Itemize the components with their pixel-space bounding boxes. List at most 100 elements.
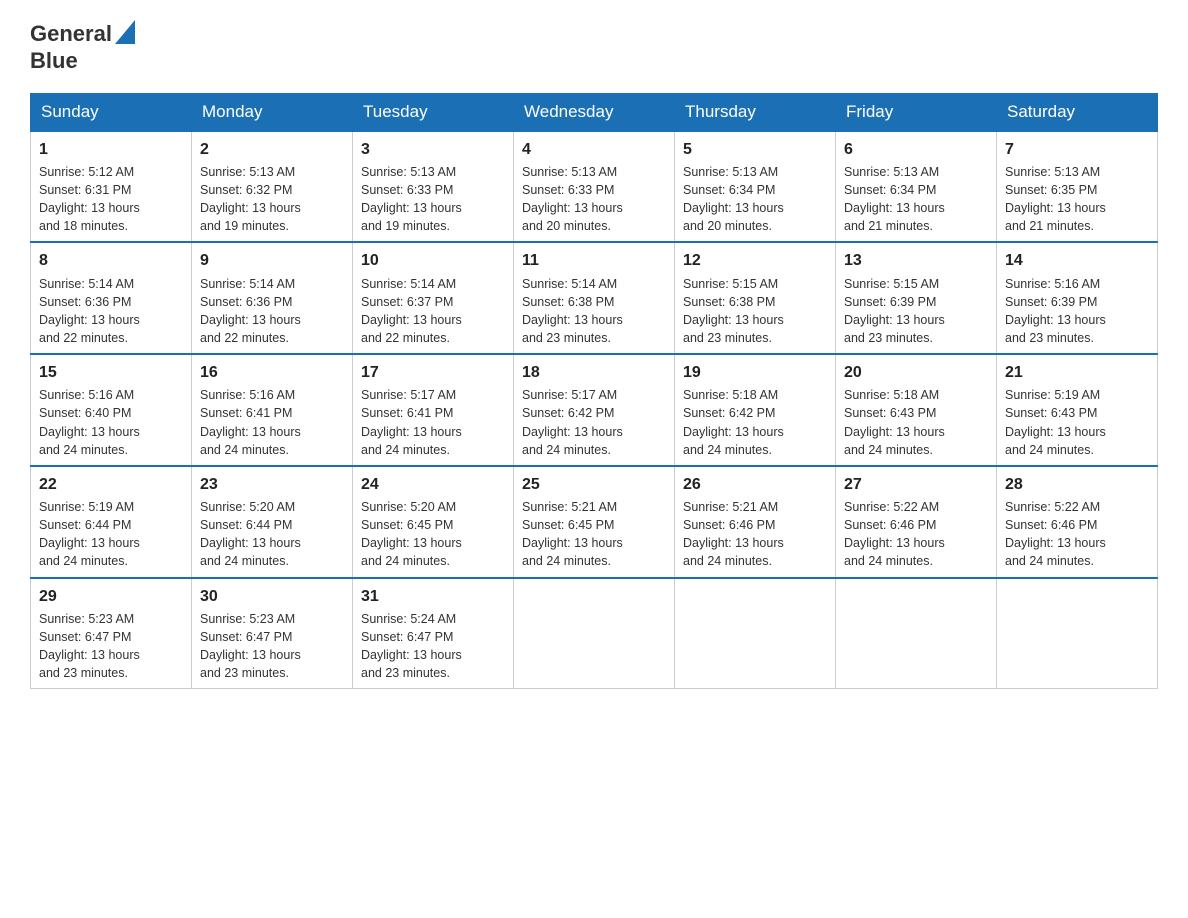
day-number: 13 <box>844 249 988 272</box>
day-number: 1 <box>39 138 183 161</box>
calendar-header-row: SundayMondayTuesdayWednesdayThursdayFrid… <box>31 93 1158 131</box>
day-info: Sunrise: 5:23 AMSunset: 6:47 PMDaylight:… <box>39 612 140 680</box>
day-number: 12 <box>683 249 827 272</box>
calendar-day-header: Saturday <box>997 93 1158 131</box>
day-number: 25 <box>522 473 666 496</box>
calendar-day-cell: 28 Sunrise: 5:22 AMSunset: 6:46 PMDaylig… <box>997 466 1158 578</box>
calendar-day-cell: 19 Sunrise: 5:18 AMSunset: 6:42 PMDaylig… <box>675 354 836 466</box>
calendar-day-cell: 11 Sunrise: 5:14 AMSunset: 6:38 PMDaylig… <box>514 242 675 354</box>
day-number: 21 <box>1005 361 1149 384</box>
day-info: Sunrise: 5:22 AMSunset: 6:46 PMDaylight:… <box>1005 500 1106 568</box>
calendar-week-row: 22 Sunrise: 5:19 AMSunset: 6:44 PMDaylig… <box>31 466 1158 578</box>
calendar-day-cell: 5 Sunrise: 5:13 AMSunset: 6:34 PMDayligh… <box>675 131 836 243</box>
day-number: 11 <box>522 249 666 272</box>
day-info: Sunrise: 5:19 AMSunset: 6:43 PMDaylight:… <box>1005 388 1106 456</box>
calendar-day-header: Monday <box>192 93 353 131</box>
day-info: Sunrise: 5:14 AMSunset: 6:36 PMDaylight:… <box>39 277 140 345</box>
day-number: 14 <box>1005 249 1149 272</box>
day-number: 4 <box>522 138 666 161</box>
day-info: Sunrise: 5:16 AMSunset: 6:39 PMDaylight:… <box>1005 277 1106 345</box>
calendar-day-header: Wednesday <box>514 93 675 131</box>
day-number: 8 <box>39 249 183 272</box>
calendar-day-cell: 15 Sunrise: 5:16 AMSunset: 6:40 PMDaylig… <box>31 354 192 466</box>
day-info: Sunrise: 5:15 AMSunset: 6:39 PMDaylight:… <box>844 277 945 345</box>
logo-general: General <box>30 22 112 46</box>
calendar-day-cell <box>675 578 836 689</box>
calendar-week-row: 8 Sunrise: 5:14 AMSunset: 6:36 PMDayligh… <box>31 242 1158 354</box>
calendar-day-cell: 20 Sunrise: 5:18 AMSunset: 6:43 PMDaylig… <box>836 354 997 466</box>
day-info: Sunrise: 5:22 AMSunset: 6:46 PMDaylight:… <box>844 500 945 568</box>
calendar-day-cell: 14 Sunrise: 5:16 AMSunset: 6:39 PMDaylig… <box>997 242 1158 354</box>
day-number: 23 <box>200 473 344 496</box>
day-info: Sunrise: 5:21 AMSunset: 6:45 PMDaylight:… <box>522 500 623 568</box>
day-info: Sunrise: 5:20 AMSunset: 6:45 PMDaylight:… <box>361 500 462 568</box>
day-info: Sunrise: 5:16 AMSunset: 6:41 PMDaylight:… <box>200 388 301 456</box>
day-info: Sunrise: 5:13 AMSunset: 6:34 PMDaylight:… <box>844 165 945 233</box>
calendar-week-row: 15 Sunrise: 5:16 AMSunset: 6:40 PMDaylig… <box>31 354 1158 466</box>
calendar-day-cell: 26 Sunrise: 5:21 AMSunset: 6:46 PMDaylig… <box>675 466 836 578</box>
day-info: Sunrise: 5:15 AMSunset: 6:38 PMDaylight:… <box>683 277 784 345</box>
day-info: Sunrise: 5:20 AMSunset: 6:44 PMDaylight:… <box>200 500 301 568</box>
day-info: Sunrise: 5:14 AMSunset: 6:36 PMDaylight:… <box>200 277 301 345</box>
day-info: Sunrise: 5:24 AMSunset: 6:47 PMDaylight:… <box>361 612 462 680</box>
day-number: 30 <box>200 585 344 608</box>
day-info: Sunrise: 5:19 AMSunset: 6:44 PMDaylight:… <box>39 500 140 568</box>
day-number: 2 <box>200 138 344 161</box>
calendar-day-cell: 18 Sunrise: 5:17 AMSunset: 6:42 PMDaylig… <box>514 354 675 466</box>
logo: General Blue <box>30 20 135 73</box>
day-info: Sunrise: 5:13 AMSunset: 6:32 PMDaylight:… <box>200 165 301 233</box>
calendar-day-cell: 8 Sunrise: 5:14 AMSunset: 6:36 PMDayligh… <box>31 242 192 354</box>
logo-triangle-icon <box>115 20 135 44</box>
day-number: 27 <box>844 473 988 496</box>
calendar-day-cell <box>836 578 997 689</box>
day-info: Sunrise: 5:17 AMSunset: 6:42 PMDaylight:… <box>522 388 623 456</box>
day-info: Sunrise: 5:13 AMSunset: 6:34 PMDaylight:… <box>683 165 784 233</box>
day-number: 10 <box>361 249 505 272</box>
day-info: Sunrise: 5:17 AMSunset: 6:41 PMDaylight:… <box>361 388 462 456</box>
page-header: General Blue <box>30 20 1158 73</box>
day-number: 19 <box>683 361 827 384</box>
day-info: Sunrise: 5:18 AMSunset: 6:43 PMDaylight:… <box>844 388 945 456</box>
calendar-day-cell: 9 Sunrise: 5:14 AMSunset: 6:36 PMDayligh… <box>192 242 353 354</box>
calendar-day-header: Friday <box>836 93 997 131</box>
calendar-day-cell: 16 Sunrise: 5:16 AMSunset: 6:41 PMDaylig… <box>192 354 353 466</box>
calendar-day-cell: 3 Sunrise: 5:13 AMSunset: 6:33 PMDayligh… <box>353 131 514 243</box>
calendar-day-cell: 22 Sunrise: 5:19 AMSunset: 6:44 PMDaylig… <box>31 466 192 578</box>
calendar-day-cell: 23 Sunrise: 5:20 AMSunset: 6:44 PMDaylig… <box>192 466 353 578</box>
day-number: 3 <box>361 138 505 161</box>
calendar-day-cell: 13 Sunrise: 5:15 AMSunset: 6:39 PMDaylig… <box>836 242 997 354</box>
day-number: 29 <box>39 585 183 608</box>
calendar-day-cell: 27 Sunrise: 5:22 AMSunset: 6:46 PMDaylig… <box>836 466 997 578</box>
day-info: Sunrise: 5:16 AMSunset: 6:40 PMDaylight:… <box>39 388 140 456</box>
calendar-day-cell: 17 Sunrise: 5:17 AMSunset: 6:41 PMDaylig… <box>353 354 514 466</box>
calendar-day-cell: 6 Sunrise: 5:13 AMSunset: 6:34 PMDayligh… <box>836 131 997 243</box>
day-number: 24 <box>361 473 505 496</box>
calendar-day-cell <box>514 578 675 689</box>
calendar-day-cell: 10 Sunrise: 5:14 AMSunset: 6:37 PMDaylig… <box>353 242 514 354</box>
day-number: 16 <box>200 361 344 384</box>
calendar-day-cell: 21 Sunrise: 5:19 AMSunset: 6:43 PMDaylig… <box>997 354 1158 466</box>
calendar-day-cell: 1 Sunrise: 5:12 AMSunset: 6:31 PMDayligh… <box>31 131 192 243</box>
day-info: Sunrise: 5:14 AMSunset: 6:37 PMDaylight:… <box>361 277 462 345</box>
day-info: Sunrise: 5:14 AMSunset: 6:38 PMDaylight:… <box>522 277 623 345</box>
day-info: Sunrise: 5:13 AMSunset: 6:33 PMDaylight:… <box>522 165 623 233</box>
day-number: 7 <box>1005 138 1149 161</box>
calendar-day-cell: 31 Sunrise: 5:24 AMSunset: 6:47 PMDaylig… <box>353 578 514 689</box>
calendar-day-header: Thursday <box>675 93 836 131</box>
calendar-table: SundayMondayTuesdayWednesdayThursdayFrid… <box>30 93 1158 689</box>
logo-blue: Blue <box>30 49 135 73</box>
calendar-day-cell <box>997 578 1158 689</box>
day-number: 31 <box>361 585 505 608</box>
calendar-day-cell: 30 Sunrise: 5:23 AMSunset: 6:47 PMDaylig… <box>192 578 353 689</box>
day-number: 22 <box>39 473 183 496</box>
calendar-day-cell: 29 Sunrise: 5:23 AMSunset: 6:47 PMDaylig… <box>31 578 192 689</box>
calendar-day-cell: 24 Sunrise: 5:20 AMSunset: 6:45 PMDaylig… <box>353 466 514 578</box>
calendar-week-row: 29 Sunrise: 5:23 AMSunset: 6:47 PMDaylig… <box>31 578 1158 689</box>
day-info: Sunrise: 5:13 AMSunset: 6:33 PMDaylight:… <box>361 165 462 233</box>
day-info: Sunrise: 5:12 AMSunset: 6:31 PMDaylight:… <box>39 165 140 233</box>
day-number: 15 <box>39 361 183 384</box>
calendar-day-cell: 2 Sunrise: 5:13 AMSunset: 6:32 PMDayligh… <box>192 131 353 243</box>
day-number: 9 <box>200 249 344 272</box>
day-number: 28 <box>1005 473 1149 496</box>
calendar-week-row: 1 Sunrise: 5:12 AMSunset: 6:31 PMDayligh… <box>31 131 1158 243</box>
